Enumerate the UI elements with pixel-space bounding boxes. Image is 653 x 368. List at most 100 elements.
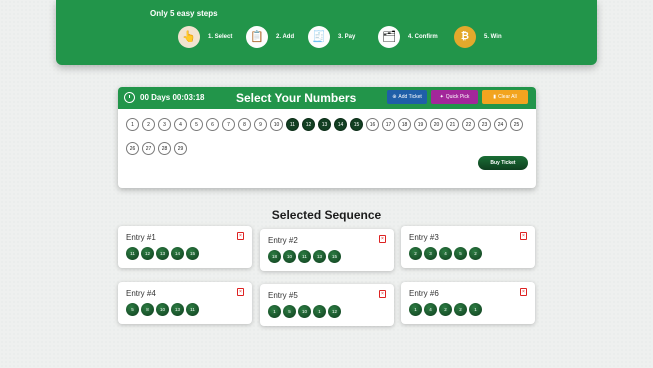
number-ball-19[interactable]: 19	[414, 118, 427, 131]
number-ball-15[interactable]: 15	[350, 118, 363, 131]
quick-pick-label: Quick Pick	[445, 94, 470, 100]
step-label: 5. Win	[484, 34, 502, 40]
number-ball-7[interactable]: 7	[222, 118, 235, 131]
select-header: 00 Days 00:03:18 Select Your Numbers ⊕ A…	[118, 87, 536, 109]
entry-label: Entry #5	[268, 291, 298, 300]
entry-ball: 1	[313, 305, 326, 318]
entry-ball: 3	[424, 247, 437, 260]
entry-ball: 8	[141, 303, 154, 316]
number-ball-16[interactable]: 16	[366, 118, 379, 131]
entry-ball: 11	[186, 303, 199, 316]
entry-ball: 13	[171, 303, 184, 316]
number-ball-6[interactable]: 6	[206, 118, 219, 131]
number-ball-25[interactable]: 25	[510, 118, 523, 131]
delete-entry-icon[interactable]: ×	[237, 232, 244, 240]
number-ball-12[interactable]: 12	[302, 118, 315, 131]
number-ball-26[interactable]: 26	[126, 142, 139, 155]
plus-circle-icon: ⊕	[392, 94, 397, 100]
quick-pick-button[interactable]: ✦ Quick Pick	[431, 90, 478, 104]
entry-ball: 15	[328, 250, 341, 263]
number-ball-22[interactable]: 22	[462, 118, 475, 131]
entry-balls: 1 5 10 1 12	[268, 305, 341, 318]
number-ball-29[interactable]: 29	[174, 142, 187, 155]
entry-ball: 12	[141, 247, 154, 260]
entry-ball: 10	[298, 305, 311, 318]
step-pay: 🧾 3. Pay	[308, 26, 355, 48]
number-ball-18[interactable]: 18	[398, 118, 411, 131]
delete-entry-icon[interactable]: ×	[520, 232, 527, 240]
step-win: ₿ 5. Win	[454, 26, 502, 48]
selected-sequence-title: Selected Sequence	[271, 208, 382, 222]
number-ball-13[interactable]: 13	[318, 118, 331, 131]
confirm-icon: 🗂	[378, 26, 400, 48]
entry-ball: 2	[439, 303, 452, 316]
step-label: 1. Select	[208, 34, 233, 40]
entry-ball: 2	[454, 303, 467, 316]
number-ball-14[interactable]: 14	[334, 118, 347, 131]
delete-entry-icon[interactable]: ×	[379, 290, 386, 298]
entry-label: Entry #3	[409, 233, 439, 242]
entry-ball: 18	[268, 250, 281, 263]
number-ball-24[interactable]: 24	[494, 118, 507, 131]
add-ticket-button[interactable]: ⊕ Add Ticket	[387, 90, 427, 104]
delete-entry-icon[interactable]: ×	[520, 288, 527, 296]
entry-label: Entry #6	[409, 289, 439, 298]
entry-card: Entry #1 × 11 12 13 14 15	[118, 226, 252, 268]
entry-ball: 11	[298, 250, 311, 263]
delete-entry-icon[interactable]: ×	[237, 288, 244, 296]
invoice-icon: 🧾	[308, 26, 330, 48]
entry-ball: 10	[283, 250, 296, 263]
entry-card: Entry #3 × 2 3 4 5 2	[401, 226, 535, 268]
entry-balls: 23452	[409, 247, 482, 260]
steps-banner: Only 5 easy steps 👆 1. Select 📋 2. Add 🧾…	[56, 0, 597, 65]
number-ball-20[interactable]: 20	[430, 118, 443, 131]
entry-ball: 5	[283, 305, 296, 318]
entry-balls: 18 10 11 13 15	[268, 250, 341, 263]
number-ball-21[interactable]: 21	[446, 118, 459, 131]
entry-balls: 11 12 13 14 15	[126, 247, 199, 260]
number-row: 1 2 3 4 5 6 7 8 9 10 11 12 13 14 15 16 17 18 19 20 21 22 23 24 2…	[126, 118, 526, 131]
number-row: 26 27 28 29	[126, 142, 526, 155]
step-add: 📋 2. Add	[246, 26, 294, 48]
entry-ball: 13	[313, 250, 326, 263]
number-ball-28[interactable]: 28	[158, 142, 171, 155]
number-ball-9[interactable]: 9	[254, 118, 267, 131]
number-ball-4[interactable]: 4	[174, 118, 187, 131]
clear-all-label: Clear All	[498, 94, 517, 100]
entry-card: Entry #2 × 18 10 11 13 15	[260, 229, 394, 271]
number-ball-8[interactable]: 8	[238, 118, 251, 131]
entry-ball: 15	[186, 247, 199, 260]
entry-ball: 5	[454, 247, 467, 260]
entry-ball: 5	[126, 303, 139, 316]
number-ball-27[interactable]: 27	[142, 142, 155, 155]
entry-ball: 2	[409, 247, 422, 260]
entry-card: Entry #4 × 5 8 10 13 11	[118, 282, 252, 324]
step-label: 3. Pay	[338, 34, 356, 40]
entry-balls: 5 8 10 13 11	[126, 303, 199, 316]
delete-entry-icon[interactable]: ×	[379, 235, 386, 243]
entry-card: Entry #5 × 1 5 10 1 12	[260, 284, 394, 326]
number-ball-10[interactable]: 10	[270, 118, 283, 131]
entry-ball: 10	[156, 303, 169, 316]
number-ball-11[interactable]: 11	[286, 118, 299, 131]
number-ball-2[interactable]: 2	[142, 118, 155, 131]
number-ball-1[interactable]: 1	[126, 118, 139, 131]
hand-pointer-icon: 👆	[178, 26, 200, 48]
clear-all-button[interactable]: ▮ Clear All	[482, 90, 528, 104]
number-ball-23[interactable]: 23	[478, 118, 491, 131]
number-grid: 1 2 3 4 5 6 7 8 9 10 11 12 13 14 15 16 17 18 19 20 21 22 23 24 2…	[126, 118, 526, 166]
number-ball-3[interactable]: 3	[158, 118, 171, 131]
entry-ball: 1	[409, 303, 422, 316]
number-ball-5[interactable]: 5	[190, 118, 203, 131]
entry-balls: 14221	[409, 303, 482, 316]
step-select: 👆 1. Select	[178, 26, 232, 48]
step-label: 2. Add	[276, 34, 295, 40]
buy-ticket-button[interactable]: Buy Ticket	[478, 156, 528, 170]
entry-label: Entry #4	[126, 289, 156, 298]
trash-icon: ▮	[493, 94, 497, 100]
timer-icon	[124, 92, 135, 103]
entry-ball: 14	[171, 247, 184, 260]
entry-ball: 4	[424, 303, 437, 316]
entry-ball: 11	[126, 247, 139, 260]
number-ball-17[interactable]: 17	[382, 118, 395, 131]
